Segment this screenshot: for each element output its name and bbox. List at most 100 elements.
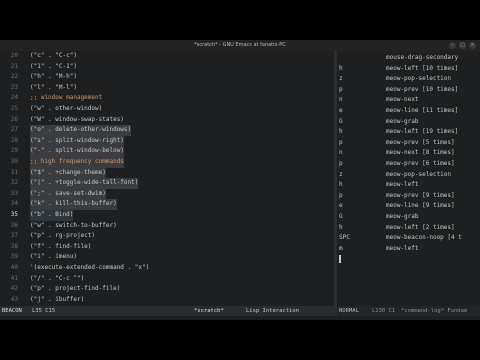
code-line[interactable]: 23 ("l" . "M-l") — [0, 83, 334, 94]
code-line[interactable]: 31 ("$" . +change-theme) — [0, 167, 334, 179]
command-name: meow-line [9 times] — [386, 202, 455, 210]
command-log-entry[interactable]: e meow-line [9 times] — [337, 201, 480, 212]
mode-line-right[interactable]: NORMAL L130 C1 *command-log* Fundam — [337, 306, 480, 316]
line-number: 37 — [10, 232, 18, 240]
key-label: e — [339, 107, 343, 114]
line-number: 21 — [10, 62, 18, 70]
code-line[interactable]: 27 ("o" . delete-other-windows) — [0, 125, 334, 136]
major-mode: Lisp Interaction — [246, 308, 299, 314]
code-line[interactable]: 40 '(execute-extended-command . "x") — [0, 263, 334, 274]
key-label: h — [339, 64, 343, 72]
command-log-entry[interactable]: n meow-next [8 times] — [337, 148, 480, 159]
code-line[interactable]: 42 ("p" . project-find-file) — [0, 284, 334, 295]
mode-line-left[interactable]: BEACON L35 C15 *scratch* Lisp Interactio… — [0, 306, 334, 316]
command-log-entry[interactable]: p meow-prev [9 times] — [337, 191, 480, 202]
command-name: meow-next — [386, 96, 419, 104]
command-log-pane[interactable]: mouse-drag-secondary h meow-left [10 times… — [337, 51, 480, 306]
command-log-entry[interactable]: mouse-drag-secondary — [337, 53, 480, 64]
command-log-entry[interactable]: n meow-next — [337, 95, 480, 106]
command-name: meow-beacon-noop [4 t — [386, 234, 462, 242]
code-text: ("f" . find-file) — [30, 242, 92, 250]
code-line[interactable]: 39 ("i" . imenu) — [0, 252, 334, 263]
key-label: h — [339, 181, 343, 189]
command-log-entry[interactable]: m meow-left — [337, 244, 480, 255]
modal-state-indicator: BEACON — [2, 308, 22, 314]
code-line[interactable]: 24 ;; window management — [0, 93, 334, 104]
code-line[interactable]: 22 ("h" . "M-h") — [0, 72, 334, 83]
code-text: ("/" . "C-c ^") — [30, 274, 85, 282]
code-text: ("j" . ibuffer) — [30, 295, 85, 303]
key-label: m — [339, 244, 343, 252]
command-log-entry[interactable]: z meow-pop-selection — [337, 74, 480, 85]
command-name: meow-next [8 times] — [386, 149, 455, 157]
code-line[interactable]: 34 ("k" . kill-this-buffer) — [0, 199, 334, 210]
command-name: mouse-drag-secondary — [386, 54, 459, 61]
code-line[interactable]: 43 ("j" . ibuffer) — [0, 295, 334, 306]
command-name: meow-left — [386, 181, 419, 189]
code-line[interactable]: 20 ("c" . "C-c") — [0, 51, 334, 62]
text-cursor — [339, 255, 341, 264]
line-number: 35 — [10, 211, 18, 218]
key-label: h — [339, 128, 343, 136]
key-label: p — [339, 160, 343, 167]
line-number: 34 — [10, 200, 18, 208]
command-log-entry[interactable]: h meow-left [19 times] — [337, 127, 480, 138]
modal-state-indicator: NORMAL — [339, 308, 359, 314]
code-line[interactable]: 29 ("-" . split-window-below) — [0, 146, 334, 157]
code-line[interactable]: 32 ("|" . +toggle-wide-tall-font) — [0, 178, 334, 189]
close-icon[interactable]: × — [469, 42, 476, 49]
window-title: *scratch* - GNU Emacs at fanatix-PC — [194, 42, 286, 48]
code-line[interactable]: 37 ("p" . rg-project) — [0, 231, 334, 242]
line-number: 33 — [10, 189, 18, 197]
code-text: ;; window management — [30, 94, 103, 102]
command-log-entry[interactable]: Gmeow-grab — [337, 212, 480, 223]
code-line[interactable]: 26 ("W" . window-swap-states) — [0, 115, 334, 126]
code-text: ("h" . "M-h") — [30, 73, 77, 81]
key-label: G — [339, 213, 343, 220]
line-number: 26 — [10, 115, 18, 123]
command-log-entry[interactable]: SPC meow-beacon-noop [4 t — [337, 233, 480, 244]
command-name: meow-pop-selection — [386, 170, 452, 178]
code-text: ("l" . "M-l") — [30, 83, 77, 91]
code-text: ("w" . other-window) — [30, 105, 103, 112]
code-line[interactable]: 36 ("w" . switch-to-buffer) — [0, 221, 334, 232]
code-line[interactable]: 33 (";" . save-set-dwim) — [0, 188, 334, 200]
minimize-icon[interactable]: – — [449, 42, 456, 49]
code-text: ("W" . window-swap-states) — [30, 115, 124, 123]
code-text: ("p" . rg-project) — [30, 232, 96, 240]
maximize-icon[interactable]: □ — [459, 42, 466, 49]
command-name: meow-left [19 times] — [386, 128, 459, 136]
mode-line: BEACON L35 C15 *scratch* Lisp Interactio… — [0, 306, 480, 316]
code-line[interactable]: 35 ("b" . Bind) — [0, 210, 334, 221]
command-log-entry[interactable]: p meow-prev [5 times] — [337, 138, 480, 149]
command-log-entry[interactable]: p meow-prev [10 times] — [337, 85, 480, 96]
line-number: 30 — [10, 158, 18, 165]
key-label: p — [339, 138, 343, 146]
command-log-entry[interactable]: Gmeow-grab — [337, 117, 480, 128]
code-line[interactable]: 25 ("w" . other-window) — [0, 104, 334, 115]
code-line[interactable]: 21 ("1" . "C-1") — [0, 62, 334, 73]
code-text: ("|" . +toggle-wide-tall-font) — [30, 178, 139, 189]
key-label: SPC — [339, 234, 350, 242]
command-log-entry[interactable]: p meow-prev [6 times] — [337, 159, 480, 170]
code-line[interactable]: 41 ("/" . "C-c ^") — [0, 274, 334, 285]
code-text: ("$" . +change-theme) — [30, 167, 106, 179]
command-log-entry[interactable]: h meow-left [10 times] — [337, 64, 480, 75]
line-number: 24 — [10, 94, 18, 102]
line-number: 20 — [10, 52, 18, 59]
key-label: z — [339, 75, 343, 83]
command-name: meow-prev [9 times] — [386, 191, 455, 199]
command-log-entry[interactable]: e meow-line [11 times] — [337, 106, 480, 117]
code-line[interactable]: 30 ;; high frequency commands — [0, 157, 334, 168]
code-line[interactable]: 38 ("f" . find-file) — [0, 242, 334, 253]
line-number: 32 — [10, 179, 18, 187]
code-text: ("k" . kill-this-buffer) — [30, 199, 117, 210]
command-log-entry[interactable]: h meow-left — [337, 180, 480, 191]
line-number: 25 — [10, 105, 18, 112]
command-log-entry[interactable]: h meow-left [2 times] — [337, 223, 480, 234]
command-log-entry[interactable]: z meow-pop-selection — [337, 170, 480, 181]
code-text: ("s" . split-window-right) — [30, 135, 124, 147]
scratch-buffer-pane[interactable]: 20 ("c" . "C-c") 21 ("1" . "C-1") 22 ("h" . "… — [0, 51, 334, 306]
code-line[interactable]: 28 ("s" . split-window-right) — [0, 135, 334, 147]
code-text: (";" . save-set-dwim) — [30, 188, 106, 200]
